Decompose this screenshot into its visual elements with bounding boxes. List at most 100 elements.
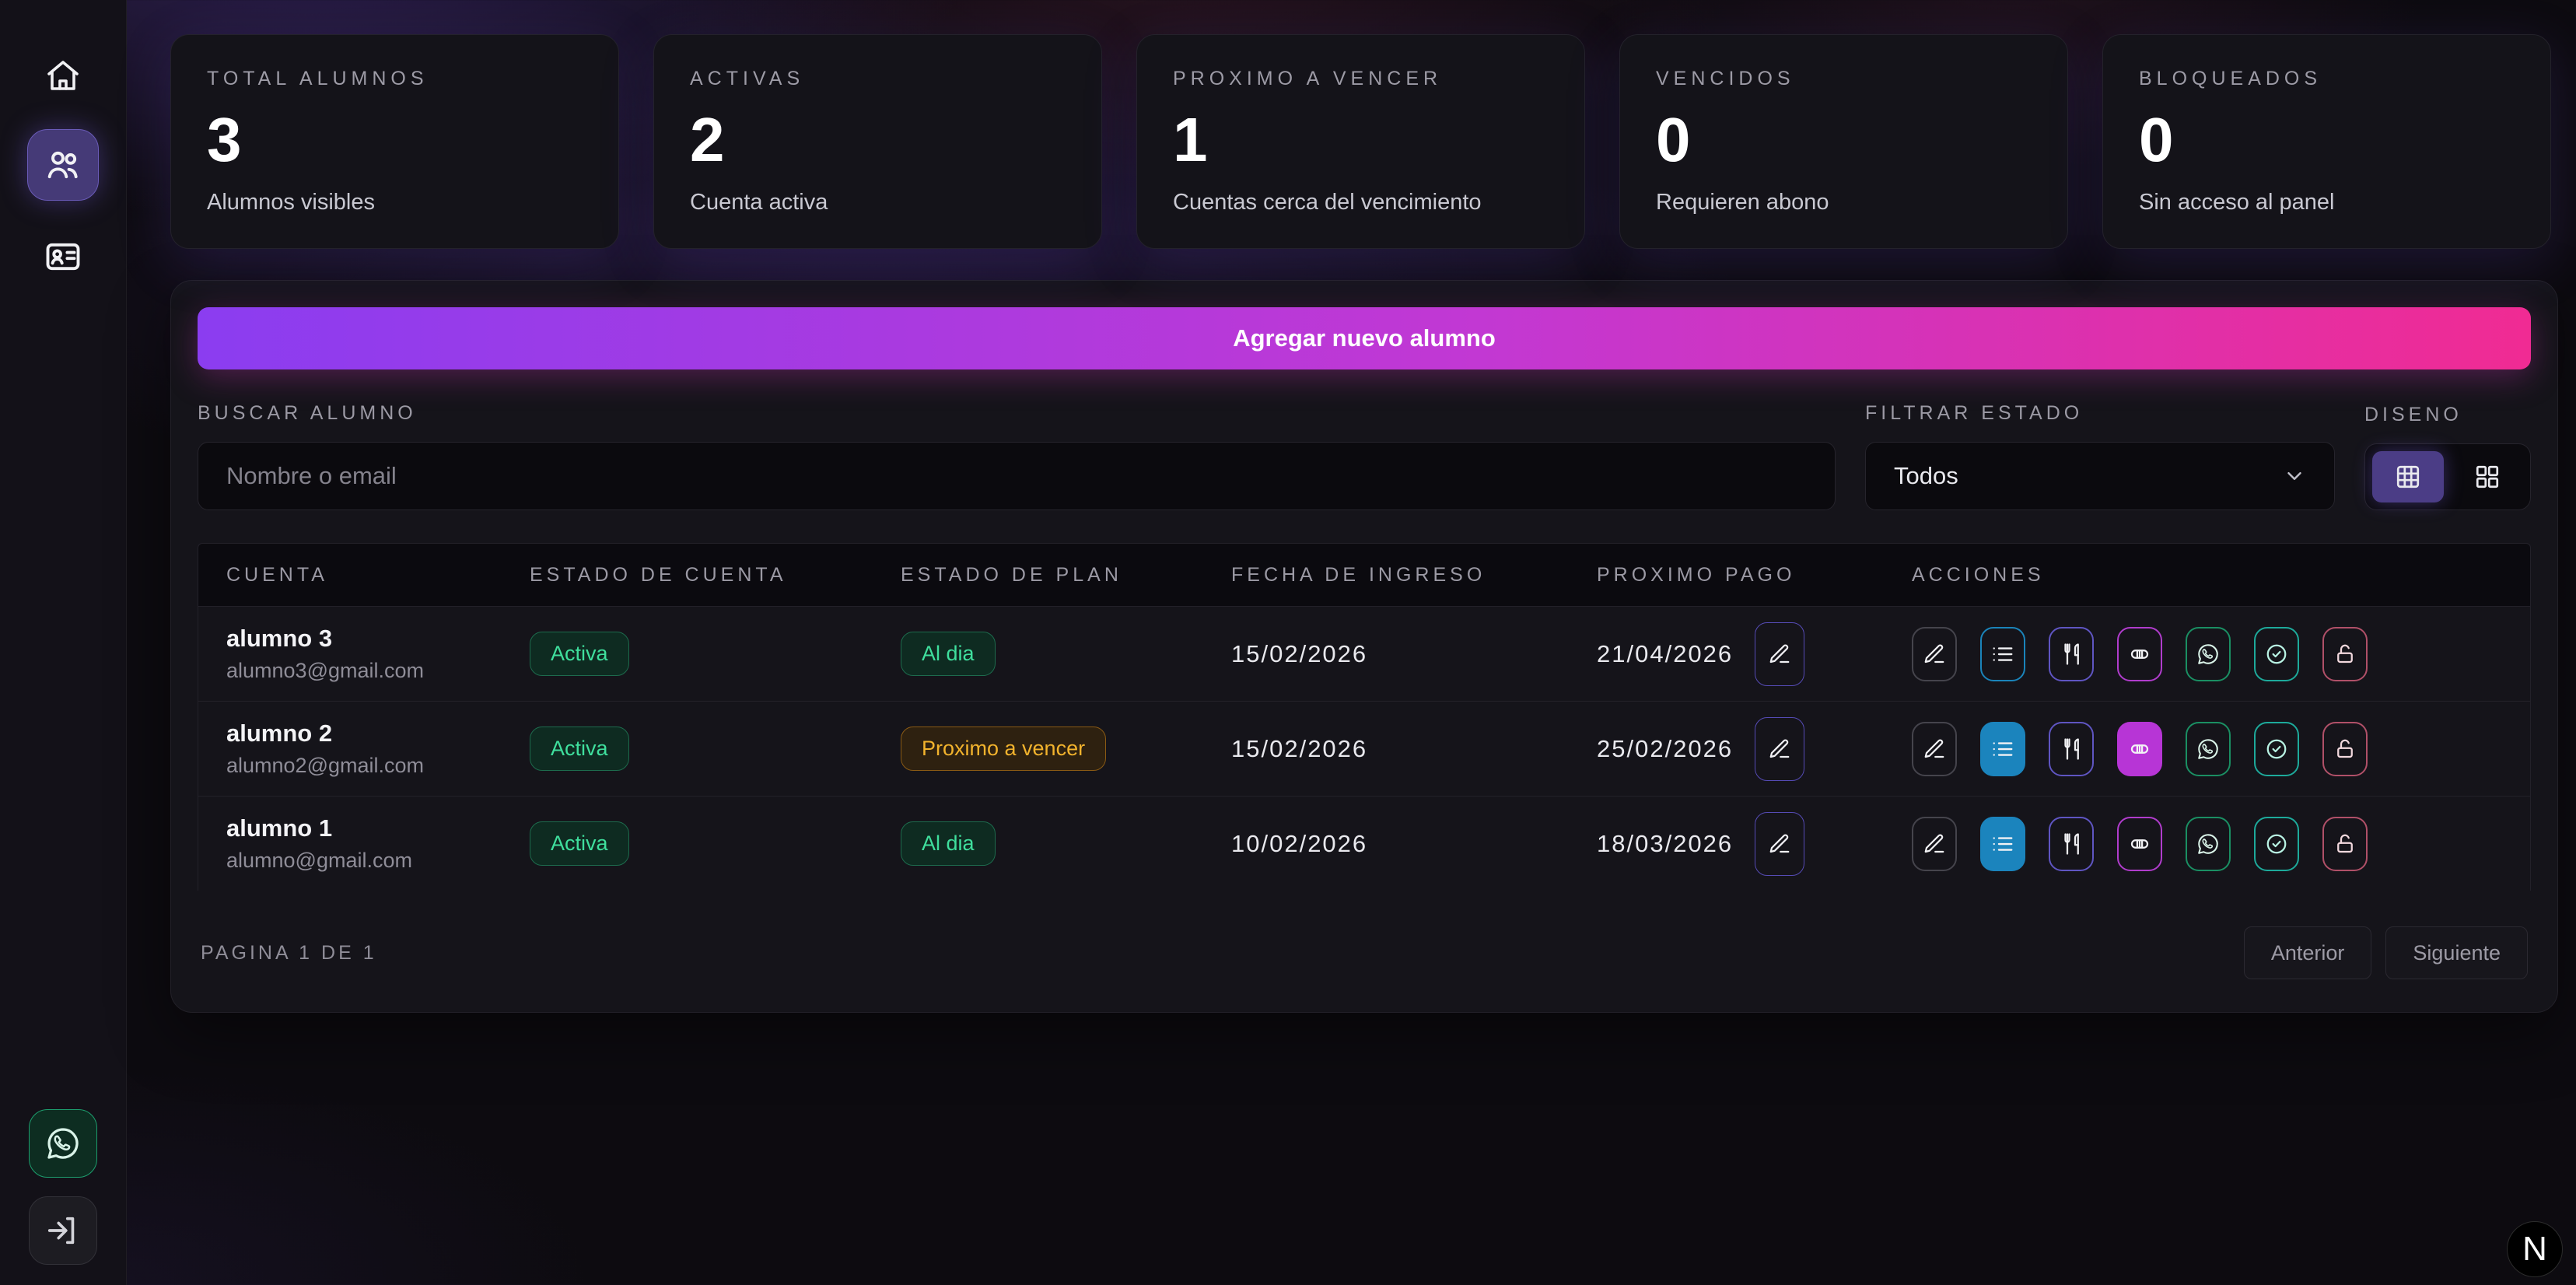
stat-label: ACTIVAS	[690, 68, 1066, 90]
utensils-icon	[2060, 737, 2083, 761]
pill-icon	[2128, 642, 2151, 666]
whatsapp-icon	[45, 1126, 81, 1161]
design-toggle	[2364, 443, 2531, 510]
confirm-payment-button[interactable]	[2254, 722, 2299, 776]
edit-date-button[interactable]	[1755, 812, 1804, 876]
sidebar-whatsapp-button[interactable]	[29, 1109, 97, 1178]
design-group: DISENO	[2364, 404, 2531, 510]
utensils-icon	[2060, 642, 2083, 666]
whatsapp-button[interactable]	[2186, 722, 2231, 776]
stat-label: BLOQUEADOS	[2139, 68, 2515, 90]
abono-button[interactable]	[2117, 627, 2162, 681]
cuenta-cell: alumno 1 alumno@gmail.com	[198, 814, 502, 873]
abono-button[interactable]	[2117, 722, 2162, 776]
id-card-icon	[43, 236, 83, 277]
stat-caption: Alumnos visibles	[207, 190, 583, 215]
estado-cuenta-cell: Activa	[502, 821, 873, 866]
column-header-estado-de-plan: ESTADO DE PLAN	[873, 564, 1203, 586]
sidebar-item-alumnos[interactable]	[27, 129, 99, 201]
nutrition-button[interactable]	[2049, 817, 2094, 871]
nutrition-button[interactable]	[2049, 722, 2094, 776]
estado-filter-select[interactable]: Todos	[1865, 442, 2335, 510]
edit-icon	[1923, 737, 1946, 761]
confirm-payment-button[interactable]	[2254, 627, 2299, 681]
check-circle-icon	[2265, 642, 2288, 666]
account-status-badge: Activa	[530, 632, 629, 676]
design-label: DISENO	[2364, 404, 2531, 426]
column-header-estado-de-cuenta: ESTADO DE CUENTA	[502, 564, 873, 586]
next-page-button[interactable]: Siguiente	[2385, 926, 2528, 979]
column-header-acciones: ACCIONES	[1884, 564, 2530, 586]
stat-caption: Cuenta activa	[690, 190, 1066, 215]
proximo-pago-date: 18/03/2026	[1597, 830, 1733, 858]
pill-icon	[2128, 832, 2151, 856]
lock-open-icon	[2333, 832, 2357, 856]
log-in-icon	[45, 1213, 81, 1248]
edit-icon	[1923, 832, 1946, 856]
routine-list-button[interactable]	[1980, 817, 2025, 871]
search-input[interactable]	[198, 442, 1836, 510]
stat-value: 1	[1173, 109, 1549, 171]
sidebar-item-planes[interactable]	[35, 229, 91, 285]
estado-cuenta-cell: Activa	[502, 727, 873, 771]
whatsapp-button[interactable]	[2186, 627, 2231, 681]
design-table-view-button[interactable]	[2372, 451, 2444, 502]
stat-card-vencidos: VENCIDOS 0 Requieren abono	[1619, 34, 2068, 249]
sidebar-logout-button[interactable]	[29, 1196, 97, 1265]
alumnos-panel: Agregar nuevo alumno BUSCAR ALUMNO FILTR…	[170, 280, 2558, 1013]
check-circle-icon	[2265, 737, 2288, 761]
stat-card-bloqueados: BLOQUEADOS 0 Sin acceso al panel	[2102, 34, 2551, 249]
block-access-button[interactable]	[2322, 722, 2368, 776]
list-icon	[1991, 642, 2014, 666]
table-row: alumno 2 alumno2@gmail.com Activa Proxim…	[198, 701, 2530, 796]
action-buttons	[1912, 627, 2530, 681]
design-grid-view-button[interactable]	[2452, 451, 2523, 502]
stat-label: PROXIMO A VENCER	[1173, 68, 1549, 90]
edit-icon	[1768, 737, 1791, 761]
edit-date-button[interactable]	[1755, 622, 1804, 686]
column-header-cuenta: CUENTA	[198, 564, 502, 586]
edit-alumno-button[interactable]	[1912, 722, 1957, 776]
nextjs-dev-badge[interactable]: N	[2507, 1221, 2563, 1277]
grid-view-icon	[2473, 463, 2501, 491]
account-status-badge: Activa	[530, 727, 629, 771]
estado-filter-value: Todos	[1894, 462, 1958, 490]
sidebar-item-home[interactable]	[35, 48, 91, 104]
fecha-ingreso-cell: 10/02/2026	[1203, 830, 1569, 858]
routine-list-button[interactable]	[1980, 627, 2025, 681]
column-header-proximo-pago: PROXIMO PAGO	[1569, 564, 1884, 586]
confirm-payment-button[interactable]	[2254, 817, 2299, 871]
previous-page-button[interactable]: Anterior	[2244, 926, 2372, 979]
list-icon	[1991, 832, 2014, 856]
proximo-pago-cell: 25/02/2026	[1569, 717, 1884, 781]
plan-status-badge: Al dia	[901, 632, 996, 676]
nutrition-button[interactable]	[2049, 627, 2094, 681]
acciones-cell	[1884, 722, 2530, 776]
edit-icon	[1768, 642, 1791, 666]
alumno-name: alumno 1	[226, 814, 502, 842]
stat-value: 0	[1656, 109, 2032, 171]
edit-alumno-button[interactable]	[1912, 627, 1957, 681]
whatsapp-button[interactable]	[2186, 817, 2231, 871]
alumno-name: alumno 3	[226, 625, 502, 653]
block-access-button[interactable]	[2322, 817, 2368, 871]
estado-plan-cell: Al dia	[873, 632, 1203, 676]
fecha-ingreso-cell: 15/02/2026	[1203, 640, 1569, 668]
stat-value: 3	[207, 109, 583, 171]
pagination: PAGINA 1 DE 1 Anterior Siguiente	[198, 891, 2531, 989]
edit-alumno-button[interactable]	[1912, 817, 1957, 871]
acciones-cell	[1884, 627, 2530, 681]
home-icon	[44, 58, 82, 95]
edit-date-button[interactable]	[1755, 717, 1804, 781]
app-root: TOTAL ALUMNOS 3 Alumnos visibles ACTIVAS…	[0, 0, 2576, 1285]
proximo-pago-date: 25/02/2026	[1597, 735, 1733, 763]
abono-button[interactable]	[2117, 817, 2162, 871]
acciones-cell	[1884, 817, 2530, 871]
routine-list-button[interactable]	[1980, 722, 2025, 776]
plan-status-badge: Proximo a vencer	[901, 727, 1106, 771]
stat-card-total-alumnos: TOTAL ALUMNOS 3 Alumnos visibles	[170, 34, 619, 249]
block-access-button[interactable]	[2322, 627, 2368, 681]
pill-icon	[2128, 737, 2151, 761]
add-alumno-button[interactable]: Agregar nuevo alumno	[198, 307, 2531, 369]
estado-plan-cell: Al dia	[873, 821, 1203, 866]
